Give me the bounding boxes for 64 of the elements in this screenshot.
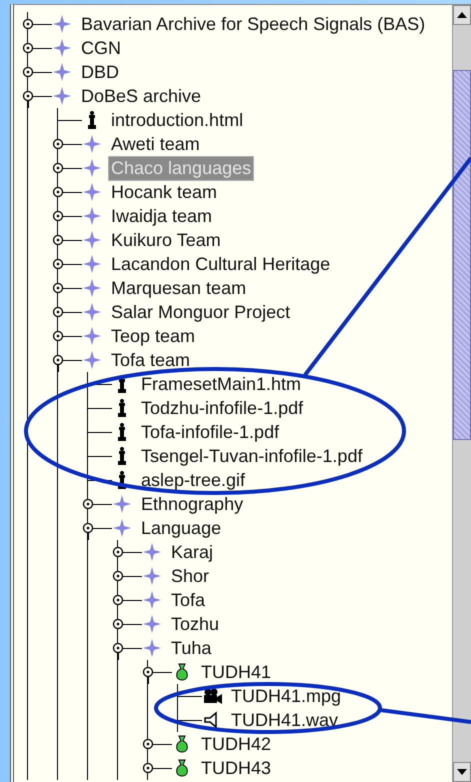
expand-handle[interactable] bbox=[82, 522, 94, 540]
tree-item[interactable]: Language bbox=[138, 516, 224, 540]
tree-item[interactable]: Tozhu bbox=[168, 612, 222, 636]
folder-star-icon bbox=[142, 590, 162, 610]
tree-item[interactable]: DBD bbox=[78, 60, 122, 84]
folder-star-icon bbox=[112, 494, 132, 514]
expand-handle[interactable] bbox=[52, 354, 64, 372]
folder-star-icon bbox=[82, 206, 102, 226]
scroll-up-button[interactable] bbox=[453, 5, 471, 25]
tree-item[interactable]: Tuha bbox=[168, 636, 214, 660]
folder-star-icon bbox=[142, 638, 162, 658]
expand-handle[interactable] bbox=[142, 666, 154, 684]
video-camera-icon bbox=[202, 686, 222, 706]
folder-star-icon bbox=[82, 302, 102, 322]
folder-star-icon bbox=[142, 614, 162, 634]
tree-item[interactable]: FramesetMain1.htm bbox=[138, 372, 304, 396]
scroll-down-button[interactable] bbox=[453, 762, 471, 782]
scrollbar[interactable] bbox=[452, 5, 471, 782]
tree-item[interactable]: DoBeS archive bbox=[78, 84, 204, 108]
tree-item[interactable]: Shor bbox=[168, 564, 212, 588]
tree-item[interactable]: Tofa team bbox=[108, 348, 194, 372]
folder-star-icon bbox=[82, 350, 102, 370]
tree-item[interactable]: TUDH41.mpg bbox=[228, 684, 344, 708]
tree-item[interactable]: Iwaidja team bbox=[108, 204, 216, 228]
tree-item[interactable]: Todzhu-infofile-1.pdf bbox=[138, 396, 306, 420]
tree-item[interactable]: Aweti team bbox=[108, 132, 203, 156]
tree-item[interactable]: Salar Monguor Project bbox=[108, 300, 294, 324]
tree-item[interactable]: TUDH41.wav bbox=[228, 708, 342, 732]
folder-star-icon bbox=[52, 38, 72, 58]
tree-item[interactable]: CGN bbox=[78, 36, 124, 60]
folder-star-icon bbox=[82, 254, 102, 274]
folder-star-icon bbox=[52, 62, 72, 82]
folder-star-icon bbox=[112, 518, 132, 538]
folder-star-icon bbox=[82, 230, 102, 250]
tree-item[interactable]: aslep-tree.gif bbox=[138, 468, 248, 492]
tree-item[interactable]: TUDH41 bbox=[198, 660, 274, 684]
tree-item[interactable]: Kuikuro Team bbox=[108, 228, 224, 252]
tree-item[interactable]: Teop team bbox=[108, 324, 198, 348]
scroll-thumb[interactable] bbox=[453, 70, 471, 440]
folder-star-icon bbox=[82, 278, 102, 298]
tree-item[interactable]: Ethnography bbox=[138, 492, 246, 516]
tree-item[interactable]: TUDH43 bbox=[198, 756, 274, 780]
folder-star-icon bbox=[52, 14, 72, 34]
tree-item[interactable]: Tofa-infofile-1.pdf bbox=[138, 420, 282, 444]
expand-handle[interactable] bbox=[112, 642, 124, 660]
folder-star-icon bbox=[142, 566, 162, 586]
folder-star-icon bbox=[82, 158, 102, 178]
tree-item[interactable]: TUDH42 bbox=[198, 732, 274, 756]
folder-star-icon bbox=[52, 86, 72, 106]
tree-item[interactable]: Lacandon Cultural Heritage bbox=[108, 252, 334, 276]
folder-star-icon bbox=[82, 326, 102, 346]
folder-star-icon bbox=[142, 542, 162, 562]
tree-item[interactable]: Hocank team bbox=[108, 180, 220, 204]
tree-item[interactable]: Bavarian Archive for Speech Signals (BAS) bbox=[78, 12, 428, 36]
tree-item[interactable]: introduction.html bbox=[108, 108, 246, 132]
folder-star-icon bbox=[82, 182, 102, 202]
expand-handle[interactable] bbox=[22, 90, 34, 108]
up-arrow-icon bbox=[457, 12, 467, 18]
folder-star-icon bbox=[82, 134, 102, 154]
tree-item[interactable]: Tsengel-Tuvan-infofile-1.pdf bbox=[138, 444, 366, 468]
down-arrow-icon bbox=[457, 769, 467, 775]
tree-item[interactable]: Tofa bbox=[168, 588, 208, 612]
tree-item[interactable]: Marquesan team bbox=[108, 276, 250, 300]
tree-item[interactable]: Karaj bbox=[168, 540, 216, 564]
